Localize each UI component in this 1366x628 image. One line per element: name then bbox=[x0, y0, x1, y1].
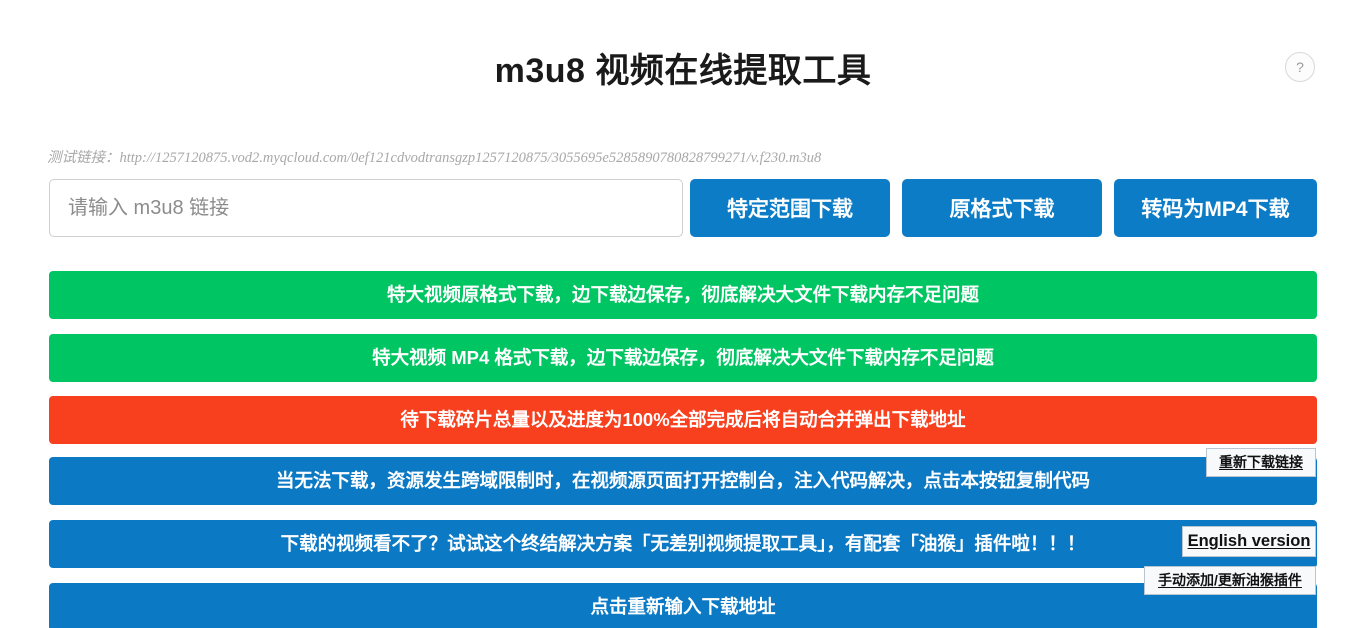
redownload-link-label: 重新下载链接 bbox=[1219, 454, 1303, 470]
test-link-label: 测试链接： bbox=[47, 150, 120, 166]
input-row: 特定范围下载 原格式下载 转码为MP4下载 bbox=[49, 179, 1317, 237]
m3u8-url-input[interactable] bbox=[49, 179, 683, 237]
banner-cors-copy-code[interactable]: 当无法下载，资源发生跨域限制时，在视频源页面打开控制台，注入代码解决，点击本按钮… bbox=[49, 457, 1317, 505]
test-link-line: 测试链接：http://1257120875.vod2.myqcloud.com… bbox=[47, 146, 1327, 167]
english-version-label: English version bbox=[1187, 532, 1311, 550]
banner-universal-extractor[interactable]: 下载的视频看不了？试试这个终结解决方案「无差别视频提取工具」，有配套「油猴」插件… bbox=[49, 520, 1317, 568]
english-version-button[interactable]: English version bbox=[1182, 526, 1316, 557]
range-download-button[interactable]: 特定范围下载 bbox=[690, 179, 890, 237]
app-root: m3u8 视频在线提取工具 ? 测试链接：http://1257120875.v… bbox=[0, 0, 1366, 628]
help-icon[interactable]: ? bbox=[1285, 52, 1315, 82]
banner-large-video-mp4[interactable]: 特大视频 MP4 格式下载，边下载边保存，彻底解决大文件下载内存不足问题 bbox=[49, 334, 1317, 382]
test-link-url[interactable]: http://1257120875.vod2.myqcloud.com/0ef1… bbox=[120, 150, 822, 166]
original-format-download-button[interactable]: 原格式下载 bbox=[902, 179, 1102, 237]
tampermonkey-plugin-button[interactable]: 手动添加/更新油猴插件 bbox=[1144, 566, 1316, 595]
page-title: m3u8 视频在线提取工具 bbox=[494, 51, 872, 90]
banner-progress-notice[interactable]: 待下载碎片总量以及进度为100%全部完成后将自动合并弹出下载地址 bbox=[49, 396, 1317, 444]
banner-reenter-download-url[interactable]: 点击重新输入下载地址 bbox=[49, 583, 1317, 628]
redownload-link-button[interactable]: 重新下载链接 bbox=[1206, 448, 1316, 477]
banner-large-video-original[interactable]: 特大视频原格式下载，边下载边保存，彻底解决大文件下载内存不足问题 bbox=[49, 271, 1317, 319]
mp4-transcode-download-button[interactable]: 转码为MP4下载 bbox=[1114, 179, 1317, 237]
tampermonkey-plugin-label: 手动添加/更新油猴插件 bbox=[1158, 572, 1302, 588]
